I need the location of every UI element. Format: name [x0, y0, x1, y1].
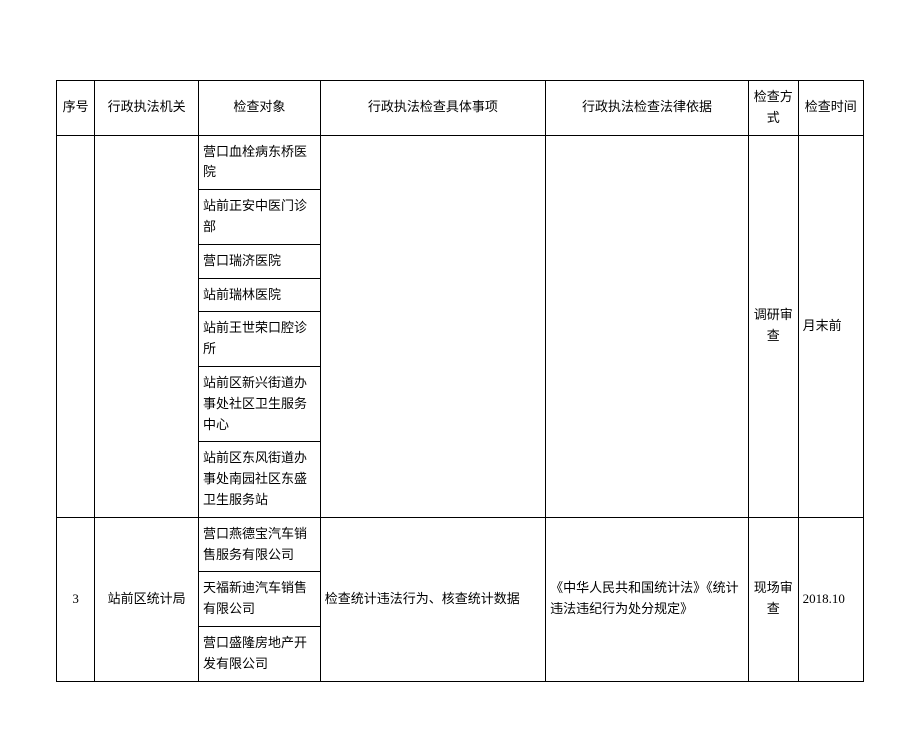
header-target: 检查对象	[199, 81, 321, 136]
cell-time: 月末前	[798, 135, 863, 517]
cell-method: 调研审查	[749, 135, 799, 517]
header-time: 检查时间	[798, 81, 863, 136]
cell-agency	[95, 135, 199, 517]
cell-target: 站前王世荣口腔诊所	[199, 312, 321, 367]
header-seq: 序号	[57, 81, 95, 136]
cell-target: 站前区新兴街道办事处社区卫生服务中心	[199, 366, 321, 441]
cell-target: 营口血栓病东桥医院	[199, 135, 321, 190]
cell-matters	[320, 135, 545, 517]
table-row: 3 站前区统计局 营口燕德宝汽车销售服务有限公司 检查统计违法行为、核查统计数据…	[57, 517, 864, 572]
cell-basis	[546, 135, 749, 517]
cell-target: 营口燕德宝汽车销售服务有限公司	[199, 517, 321, 572]
header-matters: 行政执法检查具体事项	[320, 81, 545, 136]
header-agency: 行政执法机关	[95, 81, 199, 136]
header-row: 序号 行政执法机关 检查对象 行政执法检查具体事项 行政执法检查法律依据 检查方…	[57, 81, 864, 136]
cell-seq	[57, 135, 95, 517]
enforcement-table: 序号 行政执法机关 检查对象 行政执法检查具体事项 行政执法检查法律依据 检查方…	[56, 80, 864, 682]
cell-matters: 检查统计违法行为、核查统计数据	[320, 517, 545, 681]
cell-target: 站前瑞林医院	[199, 278, 321, 312]
cell-time: 2018.10	[798, 517, 863, 681]
cell-target: 天福新迪汽车销售有限公司	[199, 572, 321, 627]
cell-method: 现场审查	[749, 517, 799, 681]
header-method: 检查方式	[749, 81, 799, 136]
cell-basis: 《中华人民共和国统计法》《统计违法违纪行为处分规定》	[546, 517, 749, 681]
table-row: 营口血栓病东桥医院 调研审查 月末前	[57, 135, 864, 190]
cell-target: 营口盛隆房地产开发有限公司	[199, 626, 321, 681]
cell-agency: 站前区统计局	[95, 517, 199, 681]
cell-target: 站前正安中医门诊部	[199, 190, 321, 245]
header-basis: 行政执法检查法律依据	[546, 81, 749, 136]
cell-target: 营口瑞济医院	[199, 244, 321, 278]
cell-target: 站前区东风街道办事处南园社区东盛卫生服务站	[199, 442, 321, 517]
cell-seq: 3	[57, 517, 95, 681]
